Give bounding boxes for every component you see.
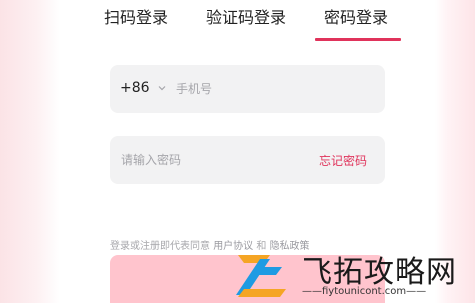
tab-qr-login[interactable]: 扫码登录 (104, 4, 168, 28)
tab-sms-code-login[interactable]: 验证码登录 (206, 4, 286, 28)
agreement-prefix: 登录或注册即代表同意 (110, 241, 210, 252)
tab-password-login[interactable]: 密码登录 (324, 4, 388, 28)
active-tab-indicator (315, 38, 401, 41)
watermark-logo-icon (236, 255, 286, 297)
login-tabs: 扫码登录 验证码登录 密码登录 (60, 0, 435, 42)
phone-field: +86 (110, 65, 385, 113)
watermark-title: 飞拓攻略网 (302, 255, 457, 290)
country-code-selector[interactable]: +86 (120, 80, 150, 96)
password-input[interactable] (121, 148, 291, 172)
forgot-password-link[interactable]: 忘记密码 (319, 152, 367, 169)
chevron-down-icon[interactable] (156, 82, 168, 94)
background-left-gradient (0, 0, 60, 303)
site-watermark: 飞拓攻略网 ——fiytounicont.com—— (230, 245, 475, 303)
password-field: 忘记密码 (110, 136, 385, 184)
phone-input[interactable] (176, 77, 366, 101)
watermark-url: ——fiytounicont.com—— (302, 286, 427, 297)
